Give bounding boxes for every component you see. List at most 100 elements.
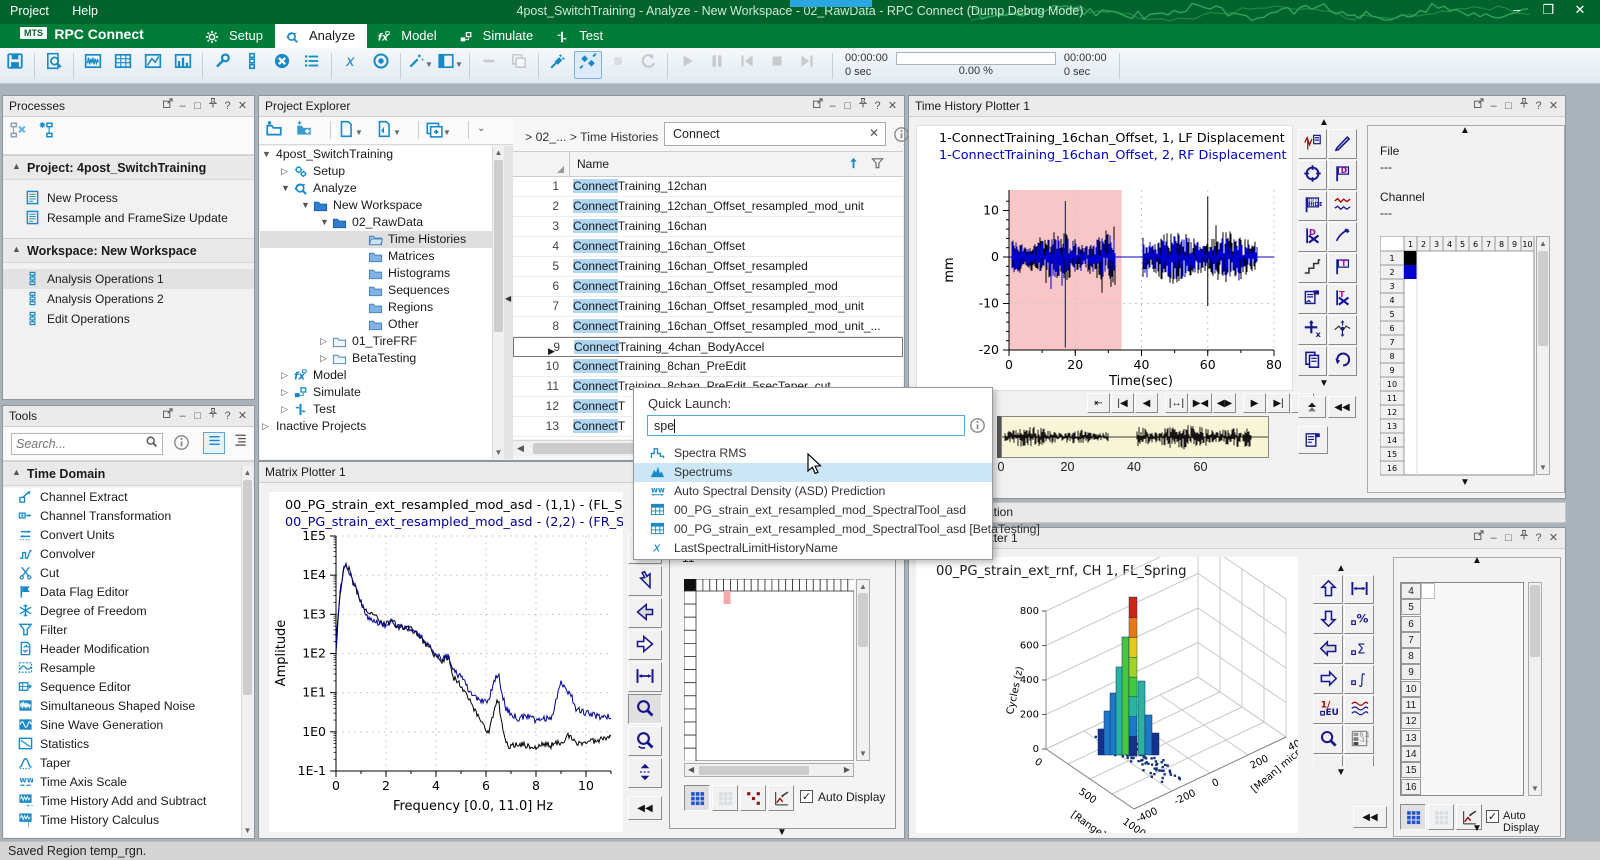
file-row[interactable]: 1ConnectTraining_12chan [513, 177, 903, 197]
tool-item[interactable]: Cut [4, 564, 241, 583]
new-process-button[interactable] [34, 120, 62, 148]
tool-item[interactable]: ∫Time History Calculus [4, 811, 241, 830]
help-icon[interactable]: ? [1531, 96, 1546, 116]
channel-row[interactable]: 13 [1401, 730, 1523, 746]
tool-item[interactable]: Channel Extract [4, 488, 241, 507]
tools-button[interactable] [208, 51, 236, 79]
overlay-bands-button[interactable] [1344, 695, 1374, 724]
close-button[interactable]: ✕ [1566, 2, 1594, 18]
auto-plot-button[interactable] [768, 785, 794, 811]
histogram-display-button[interactable] [169, 51, 197, 79]
channel-row[interactable]: 5 [1401, 599, 1523, 615]
delete-process-button[interactable] [4, 120, 32, 148]
info-icon[interactable] [969, 417, 986, 437]
file-row[interactable]: 7ConnectTraining_16chan_Offset_resampled… [513, 297, 903, 317]
expand-arrow-icon[interactable]: ▷ [320, 333, 327, 350]
page-right-button[interactable] [628, 630, 662, 660]
name-column-header[interactable]: Name [577, 157, 609, 171]
add-project-button[interactable] [295, 120, 313, 141]
tree-splitter[interactable]: ◀ [504, 146, 513, 459]
save-button[interactable] [1, 51, 29, 79]
delete-t-flag-button[interactable]: T [1328, 284, 1357, 314]
toolbar-expand-chevron[interactable]: ⌄ [477, 123, 485, 134]
step-display-button[interactable] [1298, 253, 1327, 283]
percent-button[interactable]: % [1344, 605, 1374, 634]
pin-icon[interactable] [205, 406, 220, 426]
selector-grid[interactable] [684, 579, 854, 764]
popout-icon[interactable] [1471, 96, 1486, 116]
tree-item-4post-switchtraining[interactable]: ▼4post_SwitchTraining [260, 146, 492, 163]
tree-item-test[interactable]: ▷Test [260, 401, 492, 418]
send-top-button[interactable] [1298, 396, 1326, 418]
collapse-toolbar-button[interactable]: ◀◀ [628, 796, 662, 820]
time-history-display-button[interactable] [79, 51, 107, 79]
grid-all-button[interactable] [1400, 804, 1426, 830]
sum-button[interactable]: Σ [1344, 635, 1374, 664]
collapse-arrow-icon[interactable]: ▼ [281, 180, 290, 197]
close-icon[interactable]: ✕ [235, 406, 250, 426]
full-x-button[interactable] [1344, 575, 1374, 604]
menu-help[interactable]: Help [62, 0, 108, 22]
shift-down-button[interactable] [1313, 605, 1343, 634]
menu-project[interactable]: Project [0, 0, 59, 22]
tab-analyze[interactable]: Analyze [275, 24, 367, 48]
file-template-button[interactable]: ▼ [375, 120, 401, 141]
file-row[interactable]: 10ConnectTraining_8chan_PreEdit [513, 357, 903, 377]
tree-item-analyze[interactable]: ▼Analyze [260, 180, 492, 197]
pin-icon[interactable] [205, 96, 220, 116]
file-row[interactable]: ▶9ConnectTraining_4chan_BodyAccel [513, 337, 903, 357]
channel-row[interactable]: 4 [1401, 583, 1523, 599]
page-last-button[interactable]: ▶| [1267, 393, 1290, 413]
fit-x-button[interactable]: |↔| [1165, 393, 1188, 413]
maximize-icon[interactable]: □ [1501, 96, 1516, 116]
report-notes-button[interactable] [1298, 426, 1328, 454]
file-row[interactable]: 4ConnectTraining_16chan_Offset [513, 237, 903, 257]
tree-item-betatesting[interactable]: ▷BetaTesting [260, 350, 492, 367]
workspace-operation-item[interactable]: Analysis Operations 1 [3, 269, 254, 289]
maximize-button[interactable]: ❒ [1534, 2, 1562, 18]
collapse-toolbar-button[interactable]: ◀◀ [1353, 806, 1387, 828]
help-icon[interactable]: ? [220, 96, 235, 116]
clear-filter-icon[interactable]: ✕ [869, 126, 879, 140]
file-row[interactable]: 3ConnectTraining_16chan [513, 217, 903, 237]
tree-item-model[interactable]: ▷fxModel [260, 367, 492, 384]
tree-item-time-histories[interactable]: Time Histories [260, 231, 492, 248]
clipped-button[interactable] [1344, 755, 1374, 766]
close-icon[interactable]: ✕ [1546, 96, 1561, 116]
process-item[interactable]: Resample and FrameSize Update [3, 208, 254, 228]
integral-button[interactable]: ∫ [1344, 665, 1374, 694]
delete-button[interactable] [268, 51, 296, 79]
compress-x-button[interactable]: ▶◀ [1189, 393, 1212, 413]
draw-edit-button[interactable] [1328, 222, 1357, 252]
tool-item[interactable]: Degree of Freedom [4, 602, 241, 621]
popout-icon[interactable] [160, 406, 175, 426]
shift-right-button[interactable] [1313, 665, 1343, 694]
tool-item[interactable]: Data Flag Editor [4, 583, 241, 602]
new-window-button[interactable]: ▼ [425, 120, 451, 141]
tab-test[interactable]: Test [545, 24, 615, 48]
collapse-arrow-icon[interactable]: ▼ [320, 214, 329, 231]
scroll-icons-up[interactable]: ▲ [1319, 118, 1329, 128]
zoom-undo-button[interactable] [628, 726, 662, 756]
step-left-button[interactable]: ◀ [1135, 393, 1158, 413]
tool-item[interactable]: Header Modification [4, 640, 241, 659]
tool-item[interactable]: Statistics [4, 735, 241, 754]
scroll-icons-up[interactable]: ▲ [1336, 564, 1346, 574]
channel-scroll-down[interactable]: ▼ [1460, 478, 1470, 488]
quick-launch-item[interactable]: 00_PG_strain_ext_resampled_mod_SpectralT… [634, 501, 992, 520]
grid-none-button[interactable] [712, 785, 738, 811]
rainflow-3d-plot[interactable]: 00_PG_strain_ext_rnf, CH 1, FL_Spring020… [916, 557, 1298, 833]
auto-display-checkbox[interactable]: ✓ [800, 790, 813, 803]
tree-view-button[interactable] [229, 432, 251, 454]
channel-row[interactable]: 14 [1401, 746, 1523, 762]
quick-launch-item[interactable]: wwAuto Spectral Density (ASD) Prediction [634, 482, 992, 501]
quick-launch-item[interactable]: xLastSpectralLimitHistoryName [634, 539, 992, 558]
tool-item[interactable]: Taper [4, 754, 241, 773]
tool-item[interactable]: +−Time History Add and Subtract [4, 792, 241, 811]
cursor-target-button[interactable] [1298, 160, 1327, 190]
collapse-arrow-icon[interactable]: ▼ [301, 197, 310, 214]
pin-icon[interactable] [1516, 528, 1531, 548]
help-icon[interactable]: ? [1531, 528, 1546, 548]
xy-display-button[interactable] [139, 51, 167, 79]
expand-arrow-icon[interactable]: ▷ [281, 384, 288, 401]
